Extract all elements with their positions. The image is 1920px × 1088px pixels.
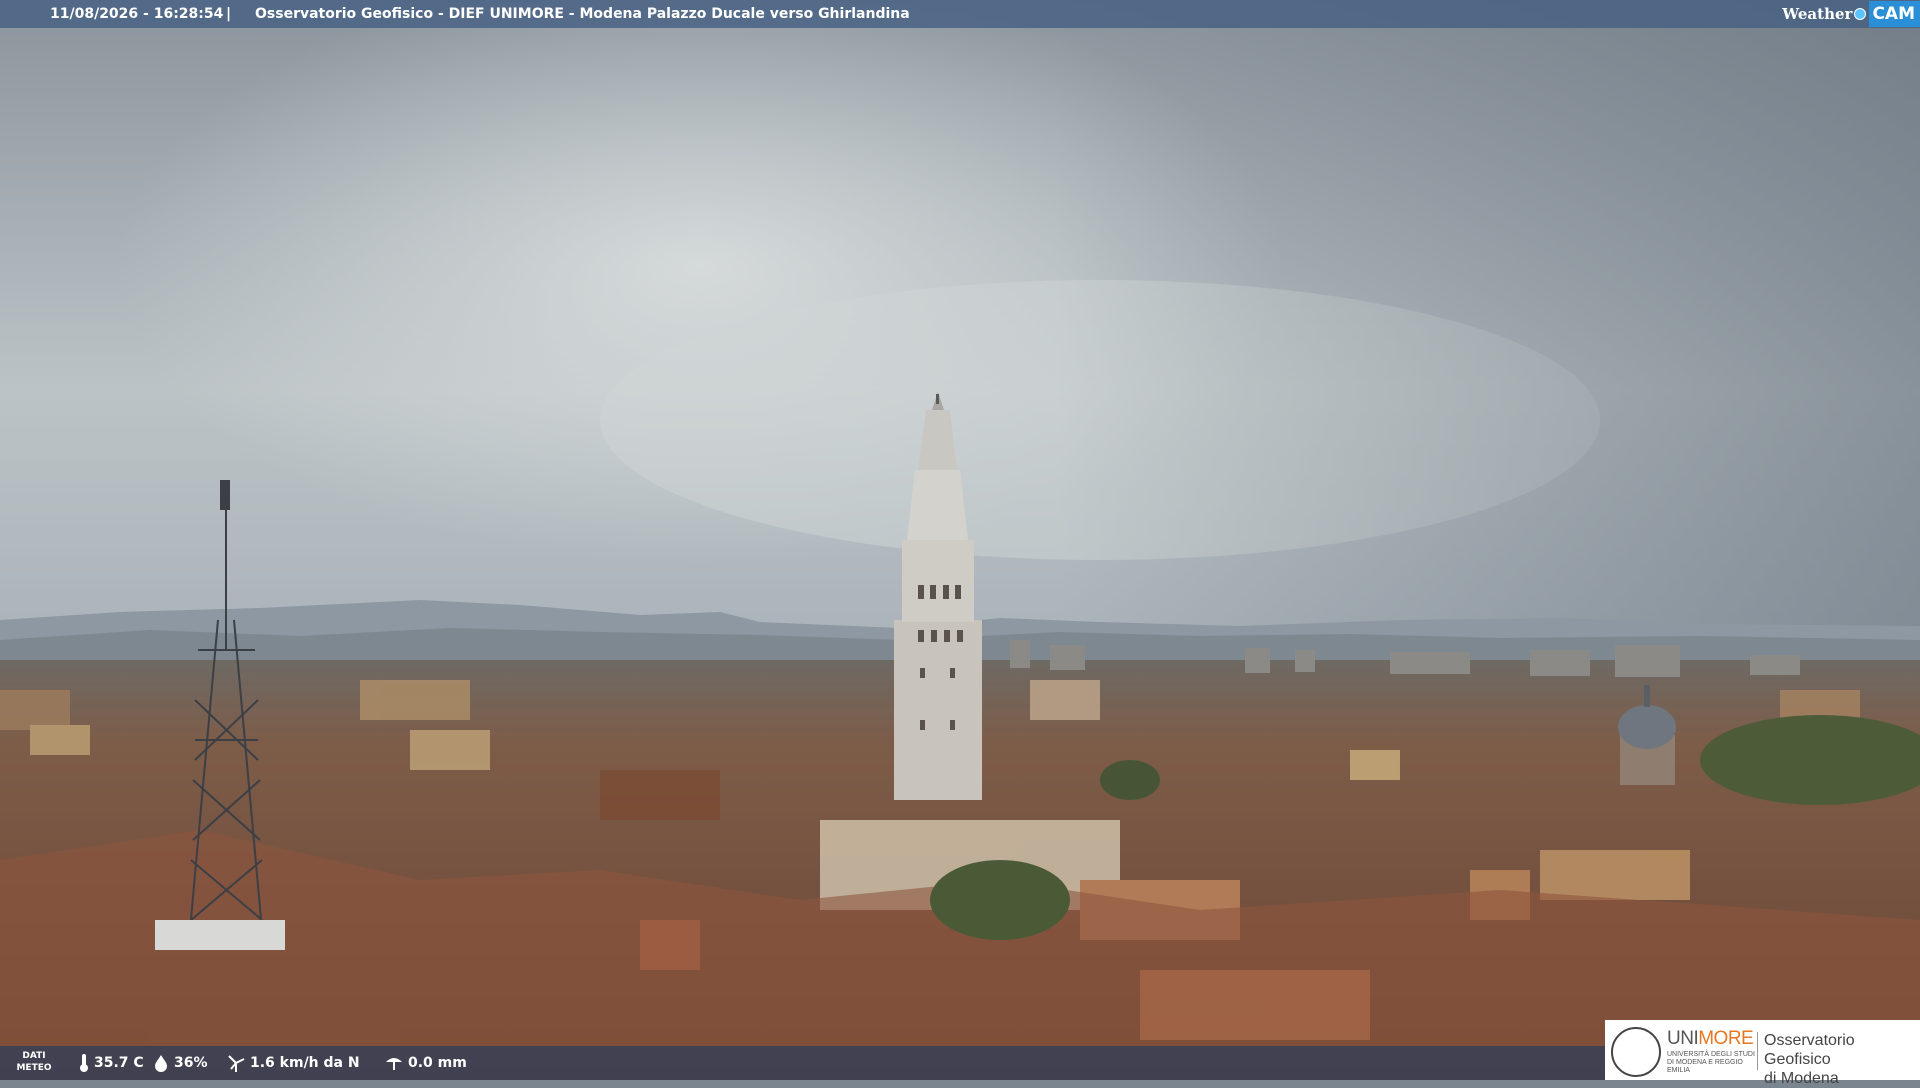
unimore-brand-prefix: UNI [1667, 1028, 1699, 1049]
rain-gauge-icon [386, 1058, 402, 1070]
header-separator: | [226, 6, 232, 22]
observatory-name: Osservatorio Geofisico di Modena [1764, 1031, 1920, 1088]
logo-divider [1757, 1032, 1758, 1070]
unimore-subtitle: UNIVERSITÀ DEGLI STUDI DI MODENA E REGGI… [1667, 1051, 1755, 1074]
observatory-line-2: di Modena [1764, 1070, 1839, 1087]
thermometer-icon [80, 1054, 88, 1072]
temperature-value: 35.7 C [94, 1055, 144, 1071]
unimore-observatory-logo: UNIMORE UNIVERSITÀ DEGLI STUDI DI MODENA… [1605, 1020, 1920, 1087]
temperature-readout: 35.7 C [78, 1046, 144, 1080]
wind-turbine-icon [228, 1055, 245, 1072]
wind-value: 1.6 km/h da N [250, 1055, 360, 1071]
weathercam-cam: CAM [1869, 1, 1920, 27]
header-bar: 11/08/2026 - 16:28:54 | Osservatorio Geo… [0, 0, 1920, 28]
humidity-drop-icon [155, 1055, 167, 1072]
timestamp: 11/08/2026 - 16:28:54 [50, 6, 224, 22]
weathercam-logo: Weather CAM [1782, 0, 1920, 28]
camera-title: Osservatorio Geofisico - DIEF UNIMORE - … [255, 6, 910, 22]
wind-readout: 1.6 km/h da N [226, 1046, 360, 1080]
weather-data-bar: DATI METEO 35.7 C 36% 1.6 km/h da N 0.0 … [0, 1046, 1605, 1080]
university-seal-icon [1611, 1027, 1661, 1077]
humidity-readout: 36% [152, 1046, 208, 1080]
unimore-brand: UNIMORE [1667, 1028, 1754, 1050]
humidity-value: 36% [174, 1055, 208, 1071]
unimore-brand-suffix: MORE [1698, 1028, 1754, 1049]
observatory-line-1: Osservatorio Geofisico [1764, 1032, 1855, 1068]
weathercam-dot-icon [1854, 8, 1867, 20]
weathercam-word: Weather [1782, 5, 1853, 23]
rain-readout: 0.0 mm [384, 1046, 467, 1080]
webcam-scene [0, 0, 1920, 1080]
dati-meteo-label: DATI METEO [16, 1051, 52, 1073]
rain-value: 0.0 mm [408, 1055, 467, 1071]
